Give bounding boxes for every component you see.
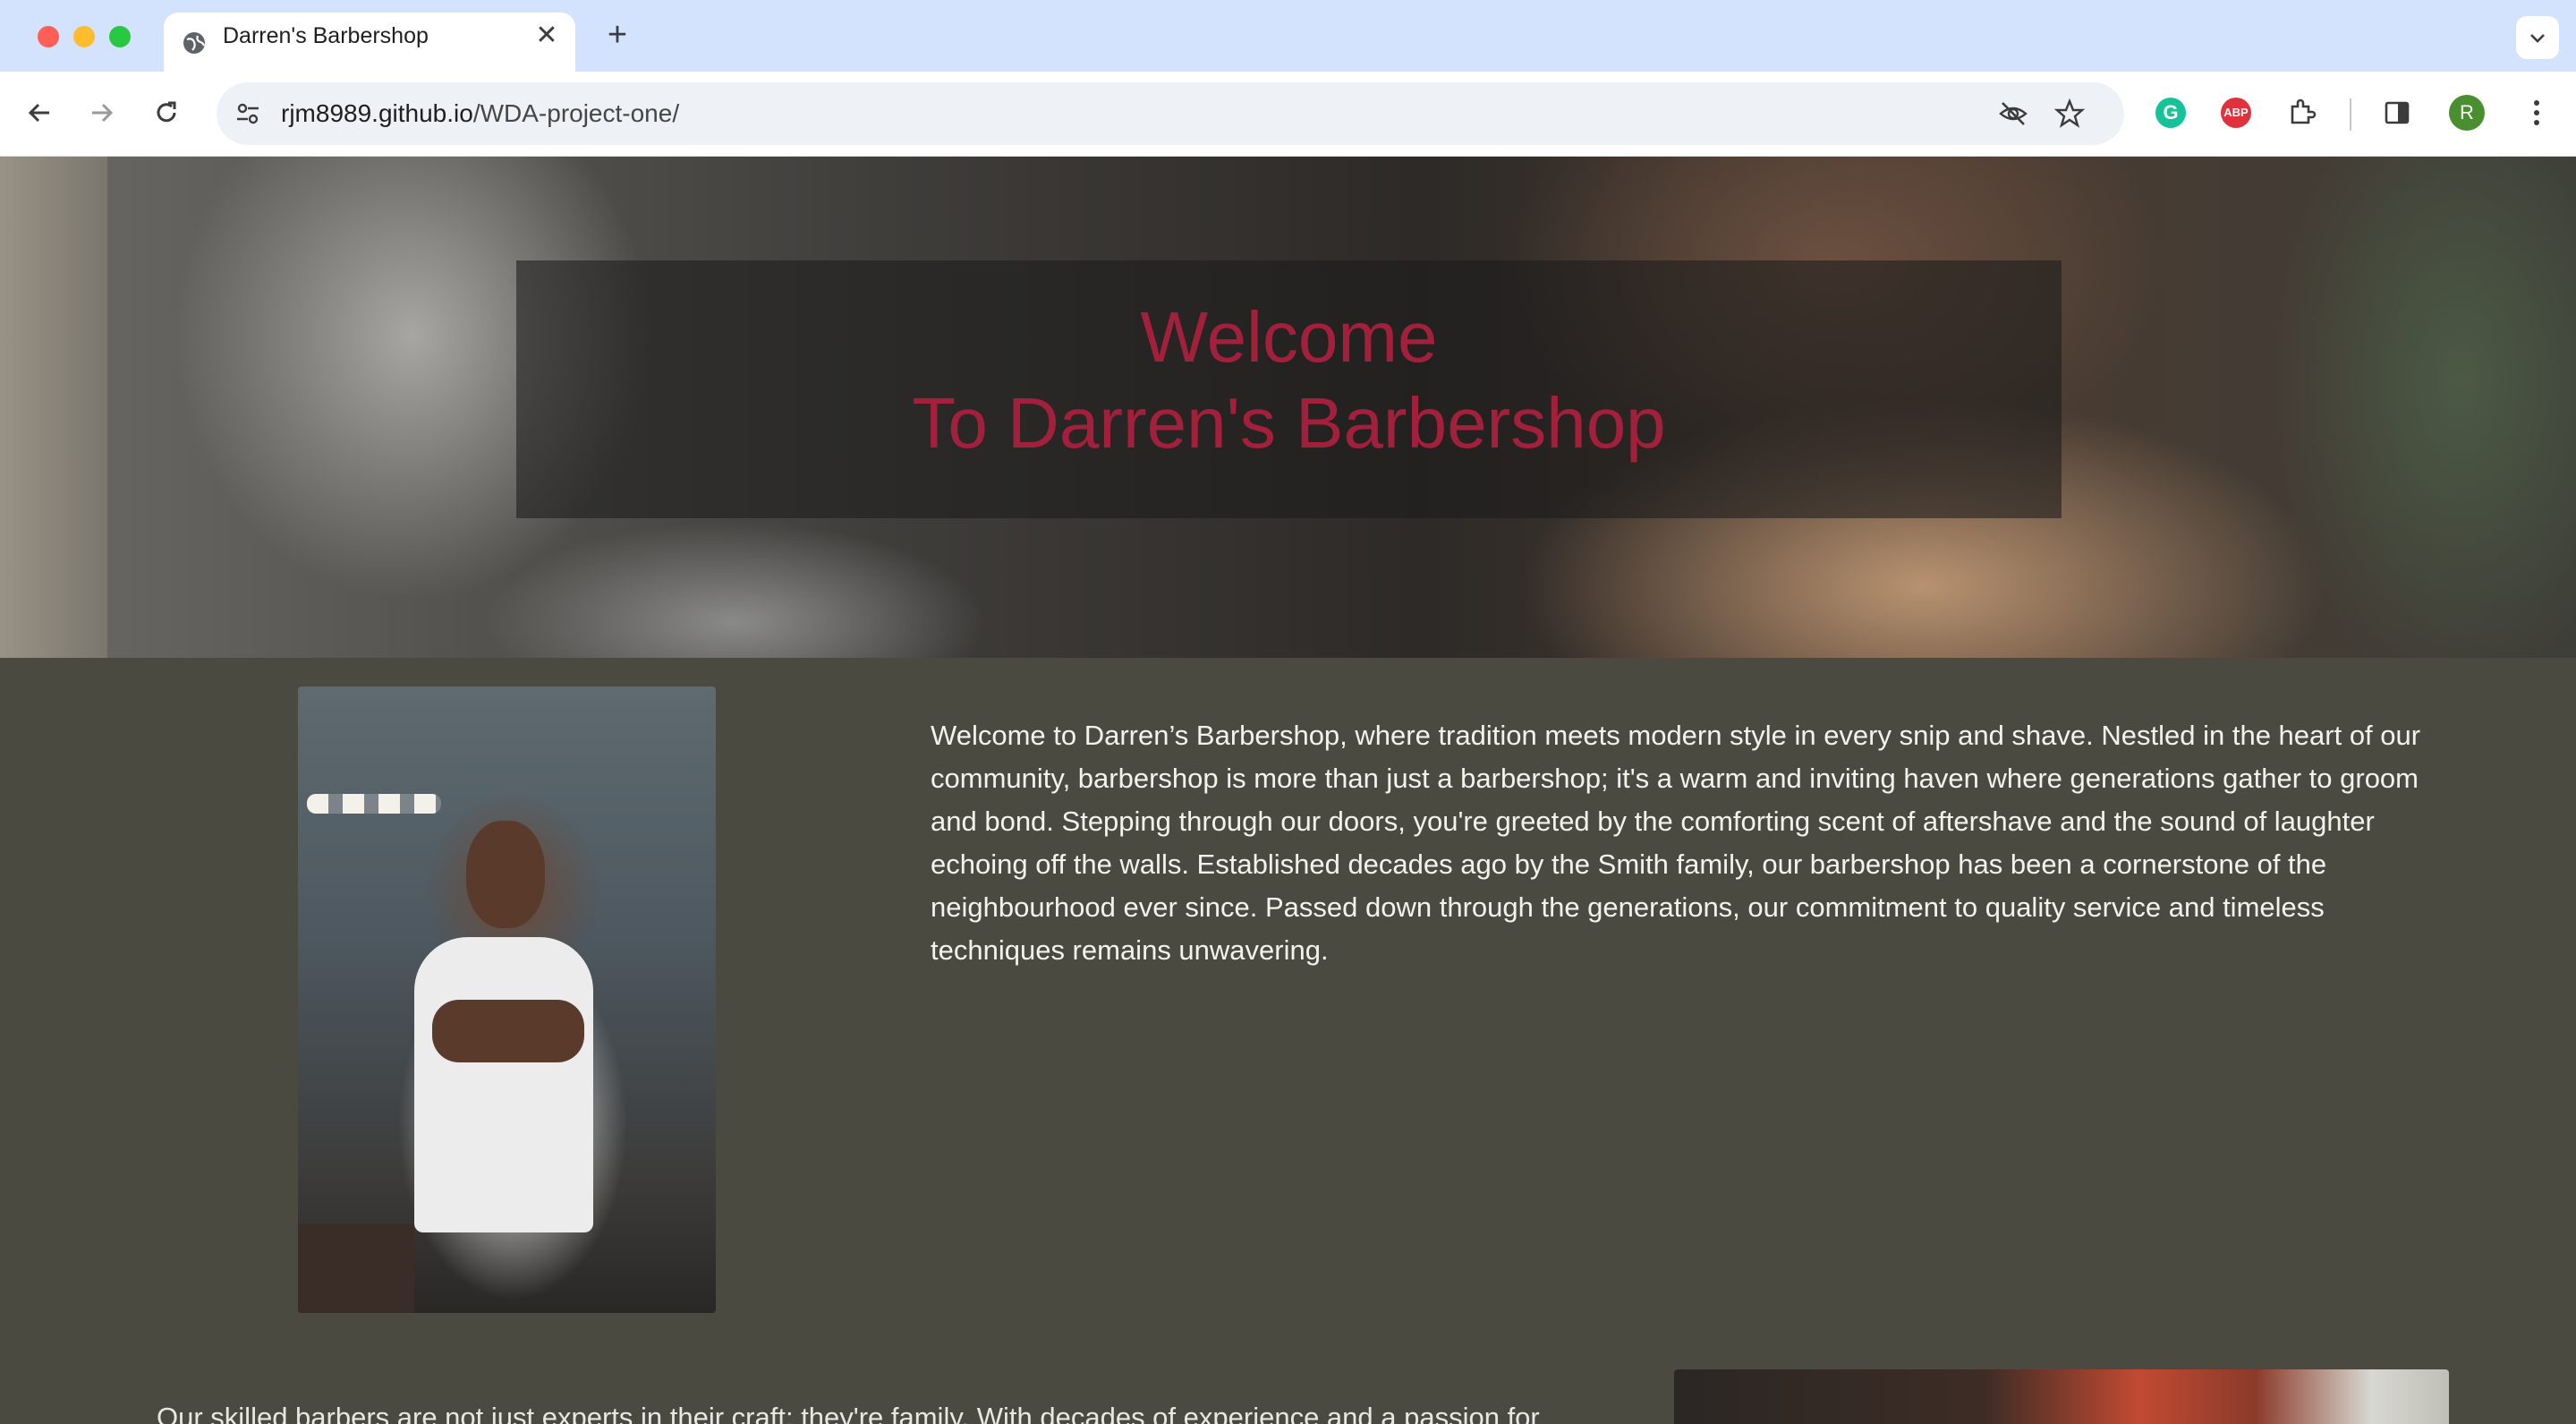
url-text: rjm8989.github.io/WDA-project-one/ <box>281 82 679 145</box>
close-tab-icon[interactable]: ✕ <box>534 22 559 49</box>
chevron-down-icon <box>2530 34 2545 43</box>
tab-title: Darren's Barbershop <box>223 23 429 48</box>
abp-label: ABP <box>2221 98 2251 128</box>
barber-head <box>466 821 545 928</box>
mirror-lights <box>307 794 441 814</box>
new-tab-button[interactable]: + <box>601 18 633 52</box>
side-panel-icon[interactable] <box>2377 93 2417 132</box>
tab-search-button[interactable] <box>2516 16 2559 59</box>
address-bar[interactable]: rjm8989.github.io/WDA-project-one/ <box>217 82 2124 145</box>
team-paragraph: Our skilled barbers are not just experts… <box>157 1402 1540 1424</box>
browser-toolbar: rjm8989.github.io/WDA-project-one/ G ABP… <box>0 72 2576 157</box>
hero-background-photo <box>0 157 107 658</box>
grammarly-extension-icon[interactable]: G <box>2151 93 2190 132</box>
tab-strip: Darren's Barbershop ✕ + <box>0 0 2576 72</box>
barber-portrait-image <box>298 686 716 1313</box>
forward-arrow-icon[interactable] <box>82 93 122 132</box>
url-path: /WDA-project-one/ <box>472 99 680 127</box>
barber-shirt <box>414 937 593 1232</box>
about-paragraph: Welcome to Darren’s Barbershop, where tr… <box>931 720 2421 966</box>
barber-crossed-arms <box>432 1000 584 1062</box>
bookmark-star-icon[interactable] <box>2053 98 2086 130</box>
extensions-puzzle-icon[interactable] <box>2283 93 2322 132</box>
eye-off-icon[interactable] <box>1997 98 2029 130</box>
globe-icon <box>182 30 207 55</box>
url-host: rjm8989.github.io <box>281 99 473 127</box>
hero-banner: Welcome To Darren's Barbershop <box>0 157 2576 658</box>
hero-title-line2: To Darren's Barbershop <box>912 383 1666 463</box>
close-window-button[interactable] <box>38 26 59 47</box>
counter-tools <box>298 1224 414 1313</box>
browser-tab[interactable]: Darren's Barbershop ✕ <box>164 13 575 72</box>
reload-icon[interactable] <box>147 93 186 132</box>
minimize-window-button[interactable] <box>73 26 95 47</box>
toolbar-divider <box>2350 98 2351 131</box>
hero-title-line1: Welcome <box>1140 297 1438 377</box>
more-menu-icon[interactable] <box>2517 93 2556 132</box>
barber-at-work-image <box>1674 1369 2449 1424</box>
adblock-extension-icon[interactable]: ABP <box>2216 93 2256 132</box>
maximize-window-button[interactable] <box>109 26 131 47</box>
back-arrow-icon[interactable] <box>20 93 59 132</box>
hero-title: Welcome To Darren's Barbershop <box>516 260 2062 466</box>
profile-initial: R <box>2449 95 2485 131</box>
hero-title-box: Welcome To Darren's Barbershop <box>516 260 2062 518</box>
profile-avatar[interactable]: R <box>2447 93 2487 132</box>
grammarly-label: G <box>2155 98 2186 128</box>
site-settings-icon[interactable] <box>231 97 265 131</box>
